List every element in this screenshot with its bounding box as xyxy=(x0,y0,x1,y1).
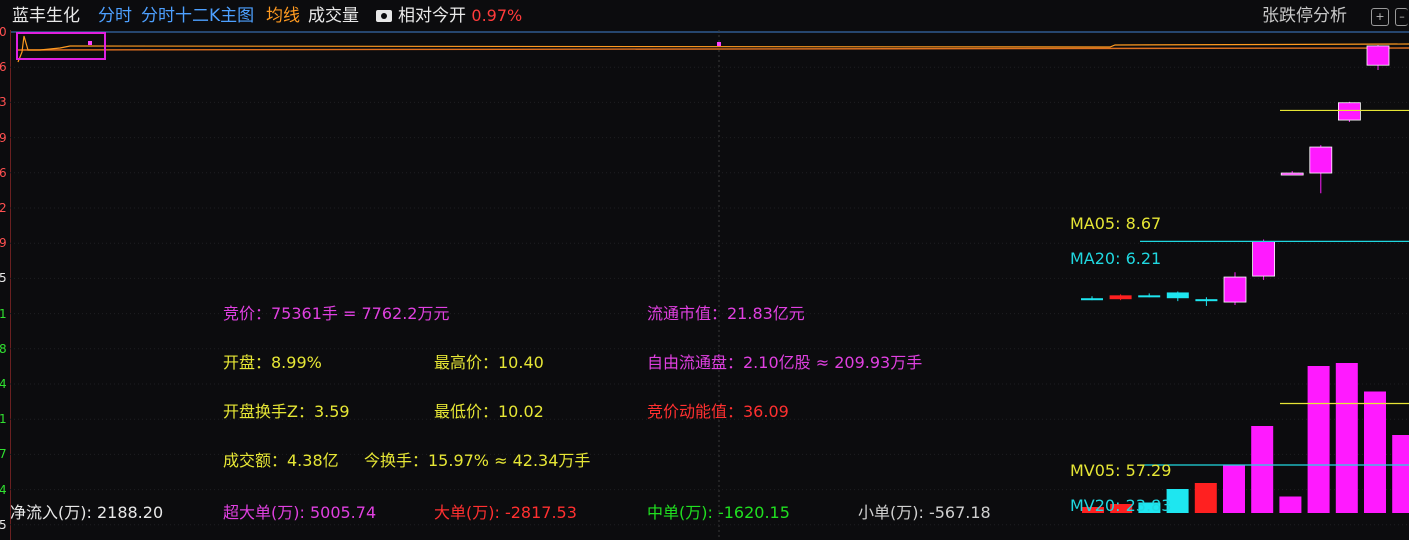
stock-name: 蓝丰生化 xyxy=(12,6,80,26)
volume-bars xyxy=(1082,363,1409,513)
minimize-icon[interactable]: – xyxy=(1395,8,1408,26)
open-pct: 开盘：8.99% xyxy=(223,353,322,372)
volume-bar xyxy=(1307,366,1330,513)
candle-body xyxy=(1195,299,1218,302)
candle-body xyxy=(1081,298,1103,301)
net-inflow: 净流入(万): 2188.20 xyxy=(10,503,164,522)
volume-bar xyxy=(1279,496,1302,513)
candle-body xyxy=(1138,295,1161,298)
free-float: 自由流通盘：2.10亿股 ≈ 209.93万手 xyxy=(647,353,923,372)
limit-analysis-button[interactable]: 张跌停分析 xyxy=(1262,6,1347,26)
auction-momentum: 竞价动能值：36.09 xyxy=(647,402,789,421)
auction-info: 竞价：75361手 = 7762.2万元 xyxy=(223,304,450,323)
avg-line-toggle[interactable]: 均线 xyxy=(266,6,300,26)
candle-body xyxy=(1223,276,1247,303)
open-turnover: 开盘换手Z：3.59 xyxy=(223,402,350,421)
tab-intraday[interactable]: 分时 xyxy=(98,6,132,26)
y-axis-label: 9 xyxy=(0,236,7,251)
volume-bar xyxy=(1364,391,1386,513)
super-large-order: 超大单(万): 5005.74 xyxy=(223,503,377,522)
horizontal-grid xyxy=(10,66,1409,526)
large-order: 大单(万): -2817.53 xyxy=(434,503,577,522)
candle-body xyxy=(1366,45,1390,66)
camera-icon xyxy=(376,10,392,22)
zoom-in-icon[interactable]: + xyxy=(1371,8,1389,26)
volume-bar xyxy=(1194,483,1217,513)
today-turnover: 今换手：15.97% ≈ 42.34万手 xyxy=(364,451,591,470)
volume-toggle[interactable]: 成交量 xyxy=(308,6,359,26)
relative-open-toggle[interactable]: 相对今开 0.97% xyxy=(376,6,522,26)
y-axis-label: 6 xyxy=(0,165,7,180)
volume-bar xyxy=(1392,435,1409,513)
chart-toolbar: 蓝丰生化 分时 分时十二K主图 均线 成交量 相对今开 0.97% 张跌停分析 … xyxy=(0,0,1409,30)
candle-body xyxy=(1109,295,1132,300)
y-axis-label: 6 xyxy=(0,60,7,75)
turnover-amount: 成交额：4.38亿 xyxy=(223,451,339,470)
y-axis-label: 3 xyxy=(0,95,7,110)
y-axis-label: 4 xyxy=(0,482,7,497)
mv05-label: MV05: 57.29 xyxy=(1070,461,1172,480)
ma20-label: MA20: 6.21 xyxy=(1070,249,1162,268)
medium-order: 中单(万): -1620.15 xyxy=(647,503,790,522)
candle-body xyxy=(1338,102,1361,121)
relative-open-label: 相对今开 xyxy=(398,6,466,26)
y-axis-label: 5 xyxy=(0,271,7,286)
candle-body xyxy=(1280,172,1304,176)
mv20-label: MV20: 23.83 xyxy=(1070,496,1172,515)
candle-body xyxy=(1252,241,1275,277)
y-axis-label: 4 xyxy=(0,377,7,391)
y-axis-label: 2 xyxy=(0,201,7,215)
volume-bar xyxy=(1251,426,1274,513)
volume-bar xyxy=(1335,363,1358,513)
chart-svg xyxy=(10,30,1409,540)
candle-body xyxy=(1309,146,1333,174)
low-price: 最低价：10.02 xyxy=(434,402,544,421)
y-axis-label: 7 xyxy=(0,447,7,462)
float-market-value: 流通市值：21.83亿元 xyxy=(647,304,805,323)
marker-dot-mid xyxy=(717,42,721,46)
y-axis-label: 1 xyxy=(0,306,7,321)
y-axis-label: 0 xyxy=(0,25,7,39)
chart-plot-area: 0 6 3 9 6 2 9 5 1 8 4 1 7 4 5 竞价：75361手 = 7762.2万元 流通市… xyxy=(0,25,1409,540)
y-axis-label: 1 xyxy=(0,412,7,427)
ma05-label: MA05: 8.67 xyxy=(1070,214,1162,233)
small-order: 小单(万): -567.18 xyxy=(858,503,991,522)
marker-dot xyxy=(88,41,92,45)
intraday-avg-line xyxy=(17,47,1409,51)
relative-open-value: 0.97% xyxy=(471,6,523,25)
y-axis-label: 5 xyxy=(0,517,7,532)
candle-body xyxy=(1166,292,1189,299)
y-axis-label: 8 xyxy=(0,341,7,356)
high-price: 最高价：10.40 xyxy=(434,353,544,372)
y-axis-label: 9 xyxy=(0,130,7,145)
volume-bar xyxy=(1223,465,1245,513)
tab-intraday-k-main[interactable]: 分时十二K主图 xyxy=(141,6,254,26)
